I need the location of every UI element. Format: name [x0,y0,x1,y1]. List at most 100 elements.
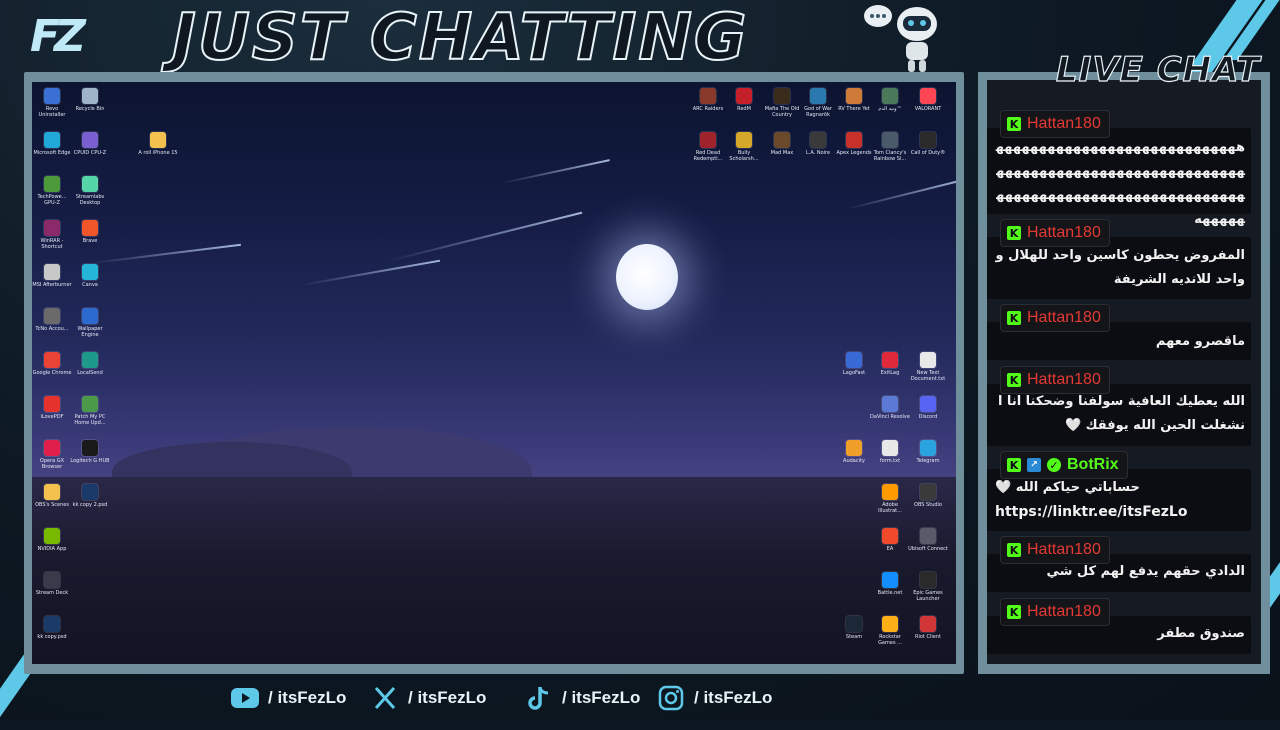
desktop-shortcut-label: Streamlabs Desktop [75,194,105,206]
desktop-shortcut[interactable]: Epic Games Launcher [908,572,948,602]
social-handle: / itsFezLo [694,688,773,707]
desktop-shortcut[interactable]: Stream Deck [32,572,72,596]
desktop-shortcut[interactable]: TcNo Accou... [32,308,72,332]
desktop-shortcut[interactable]: Bully Scholarsh... [724,132,764,162]
desktop-shortcut[interactable]: Riot Client [908,616,948,640]
desktop-shortcut[interactable]: Discord [908,396,948,420]
desktop-shortcut[interactable]: DaVinci Resolve [870,396,910,420]
desktop-shortcut-label: Epic Games Launcher [913,590,943,602]
desktop-shortcut[interactable]: OBS's Scenes [32,484,72,508]
desktop-shortcut-label: VALORANT [914,106,942,112]
desktop-shortcut-label: Recycle Bin [75,106,105,112]
desktop-shortcut-label: OBS's Scenes [35,502,69,508]
desktop-shortcut[interactable]: Call of Duty® [908,132,948,156]
desktop-shortcut[interactable]: CPUID CPU-Z [70,132,110,156]
desktop-shortcut[interactable]: ونيد الدم™ [870,88,910,112]
desktop-shortcut[interactable]: Patch My PC Home Upd... [70,396,110,426]
desktop-shortcut[interactable]: NVIDIA App [32,528,72,552]
chat-username-tag: K Hattan180 [1000,219,1110,247]
desktop-shortcut[interactable]: Ubisoft Connect [908,528,948,552]
shooting-star [91,243,242,264]
desktop-shortcut[interactable]: Apex Legends [834,132,874,156]
desktop-shortcut[interactable]: Canva [70,264,110,288]
social-youtube: / itsFezLo [230,684,346,712]
desktop-shortcut[interactable]: Mafia The Old Country [762,88,802,118]
desktop-shortcut[interactable]: Recycle Bin [70,88,110,112]
shooting-star [387,211,583,262]
desktop-shortcut[interactable]: LocalSend [70,352,110,376]
ilovepdf-icon [44,396,60,412]
kick-badge-icon: K [1007,458,1021,472]
rockstar-icon [882,616,898,632]
desktop-shortcut-label: EA [886,546,894,552]
msi-icon [44,264,60,280]
mad-max-icon [774,132,790,148]
desktop-shortcut-label: Adobe Illustrat... [878,502,902,514]
desktop-shortcut[interactable]: Battle.net [870,572,910,596]
chat-username: Hattan180 [1027,224,1101,241]
recycle-bin-icon [82,88,98,104]
desktop-shortcut[interactable]: Tom Clancy's Rainbow Si... [870,132,910,162]
desktop-shortcut[interactable]: kk copy.psd [32,616,72,640]
desktop-shortcut-label: Steam [845,634,863,640]
telegram-icon [920,440,936,456]
desktop-shortcut[interactable]: Opera GX Browser [32,440,72,470]
desktop-shortcut[interactable]: Telegram [908,440,948,464]
desktop-shortcut[interactable]: form.txt [870,440,910,464]
desktop-shortcut[interactable]: ARC Raiders [688,88,728,112]
desktop-shortcut[interactable]: Wallpaper Engine [70,308,110,338]
desktop-shortcut[interactable]: iLovePDF [32,396,72,420]
desktop-shortcut[interactable]: A roll iPhone 15 [138,132,178,156]
desktop-shortcut[interactable]: Google Chrome [32,352,72,376]
desktop-shortcut[interactable]: RedM [724,88,764,112]
desktop-shortcut-label: God of War Ragnarök [804,106,832,118]
desktop-shortcut[interactable]: OBS Studio [908,484,948,508]
chat-link[interactable]: https://linktr.ee/itsFezLo [995,500,1245,524]
desktop-shortcut[interactable]: Adobe Illustrat... [870,484,910,514]
desktop-shortcut-label: Google Chrome [32,370,72,376]
game-icon [882,88,898,104]
riot-icon [920,616,936,632]
desktop-shortcut[interactable]: Red Dead Redempti... [688,132,728,162]
desktop-shortcut[interactable]: Revo Uninstaller [32,88,72,118]
desktop-shortcut[interactable]: Microsoft Edge [32,132,72,156]
desktop-shortcut[interactable]: Logitech G HUB [70,440,110,464]
desktop-shortcut-label: TcNo Accou... [35,326,69,332]
redm-icon [736,88,752,104]
desktop-shortcut-label: Revo Uninstaller [38,106,66,118]
kick-badge-icon: K [1007,373,1021,387]
desktop-shortcut[interactable]: RV There Yet [834,88,874,112]
kick-badge-icon: K [1007,605,1021,619]
chat-message-text: صندوق مطفر [1157,626,1245,641]
cpuz-icon [82,132,98,148]
desktop-shortcut[interactable]: VALORANT [908,88,948,112]
desktop-shortcut[interactable]: Brave [70,220,110,244]
desktop-shortcut[interactable]: Mad Max [762,132,802,156]
desktop-shortcut[interactable]: Rockstar Games ... [870,616,910,646]
chat-username: BotRix [1067,456,1119,473]
desktop-shortcut[interactable]: LagoFast [834,352,874,376]
desktop-shortcut[interactable]: WinRAR - Shortcut [32,220,72,250]
kick-badge-icon: K [1007,117,1021,131]
desktop-shortcut[interactable]: Streamlabs Desktop [70,176,110,206]
desktop-shortcut-label: Mad Max [770,150,794,156]
desktop-shortcut[interactable]: MSI Afterburner [32,264,72,288]
chat-message-text: ماقصرو معهم [1155,334,1245,349]
desktop-shortcut[interactable]: God of War Ragnarök [798,88,838,118]
desktop-shortcut[interactable]: kk copy 2.psd [70,484,110,508]
desktop-shortcut[interactable]: New Text Document.txt [908,352,948,382]
desktop-shortcut-label: form.txt [879,458,901,464]
desktop-shortcut[interactable]: L.A. Noire [798,132,838,156]
shooting-star [301,259,441,286]
chat-username: Hattan180 [1027,603,1101,620]
desktop-shortcut[interactable]: ExitLag [870,352,910,376]
desktop-shortcut[interactable]: TechPowe... GPU-Z [32,176,72,206]
kick-badge-icon: K [1007,543,1021,557]
desktop-shortcut-label: Bully Scholarsh... [729,150,759,162]
desktop-shortcut-label: Telegram [916,458,940,464]
desktop-shortcut-label: Call of Duty® [910,150,946,156]
winrar-icon [44,220,60,236]
desktop-shortcut[interactable]: EA [870,528,910,552]
desktop-shortcut[interactable]: Steam [834,616,874,640]
desktop-shortcut[interactable]: Audacity [834,440,874,464]
